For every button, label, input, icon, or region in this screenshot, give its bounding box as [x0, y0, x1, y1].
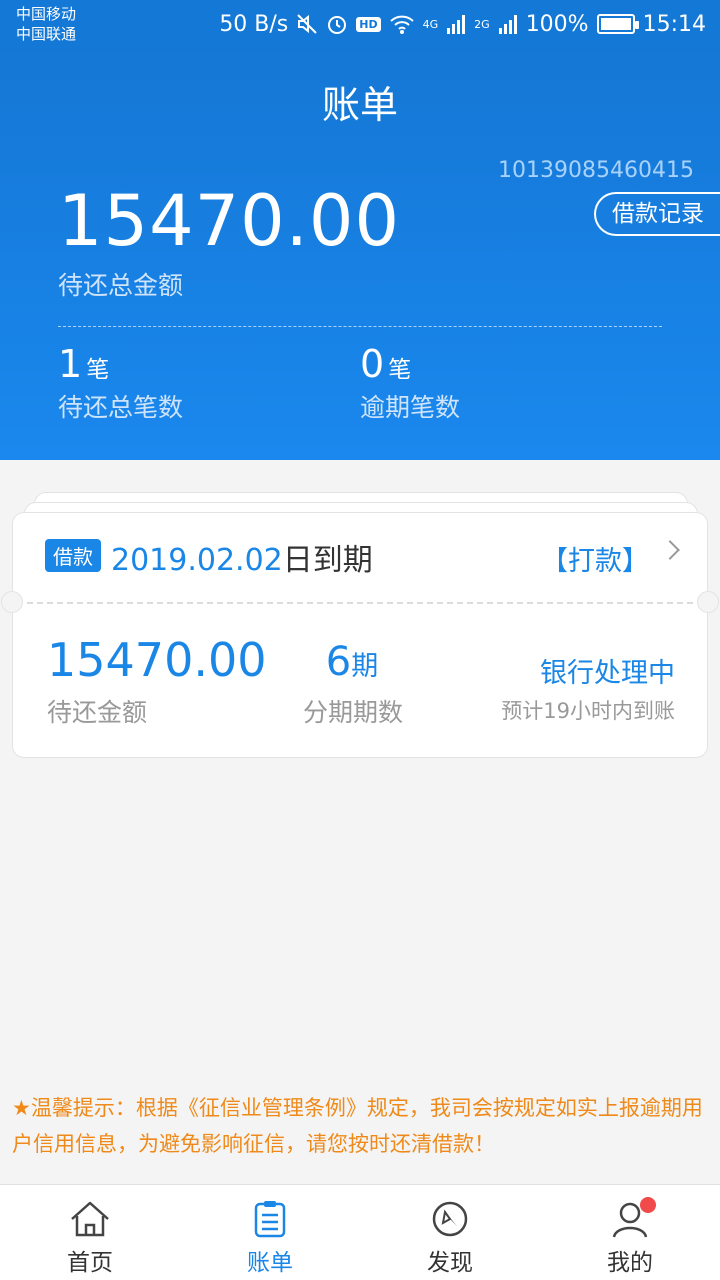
tab-home-label: 首页 — [67, 1250, 113, 1276]
bill-card[interactable]: 借款 2019.02.02日到期 【打款】 15470.00 待还金额 6期 分… — [1, 512, 719, 758]
loan-record-button[interactable]: 借款记录 — [594, 192, 720, 236]
network-type-1: 4G — [422, 17, 439, 31]
carrier-2: 中国联通 — [16, 25, 77, 43]
processing-eta: 预计19小时内到账 — [501, 699, 675, 723]
tab-home[interactable]: 首页 — [0, 1185, 180, 1280]
periods-value: 6 — [325, 639, 352, 685]
overdue-count-label: 逾期笔数 — [360, 393, 461, 422]
tab-bill[interactable]: 账单 — [180, 1185, 360, 1280]
network-type-2: 2G — [474, 17, 490, 31]
total-amount-label: 待还总金额 — [58, 271, 184, 300]
due-date-suffix: 日到期 — [282, 543, 373, 578]
installment-periods: 6期 — [297, 639, 407, 685]
pending-count-label: 待还总笔数 — [58, 393, 184, 422]
divider — [58, 326, 662, 327]
due-date: 2019.02.02日到期 — [111, 535, 373, 579]
pending-count-block: 1笔 待还总笔数 — [58, 342, 183, 424]
card-divider — [27, 602, 693, 604]
tab-mine-label: 我的 — [607, 1250, 653, 1276]
hd-badge: HD — [356, 16, 381, 32]
tab-discover-label: 发现 — [427, 1250, 473, 1276]
periods-unit: 期 — [351, 651, 379, 682]
card-notch-left — [1, 591, 23, 613]
pending-count: 1 — [58, 342, 83, 386]
battery-icon — [596, 14, 639, 34]
loan-tag: 借款 — [45, 539, 101, 572]
bill-summary-header: 账单 10139085460415 借款记录 15470.00 待还总金额 1笔… — [0, 48, 720, 460]
total-amount: 15470.00 — [58, 180, 401, 262]
due-date-value: 2019.02.02 — [111, 543, 283, 578]
tab-discover[interactable]: 发现 — [360, 1185, 540, 1280]
bill-amount: 15470.00 — [47, 633, 267, 687]
battery-percent: 100% — [525, 11, 589, 37]
signal-icon — [447, 15, 466, 34]
overdue-unit: 笔 — [388, 357, 412, 383]
overdue-count-block: 0笔 逾期笔数 — [360, 342, 460, 424]
compass-icon — [432, 1201, 468, 1237]
bill-amount-label: 待还金额 — [47, 698, 148, 727]
wifi-icon — [389, 15, 414, 34]
status-icons: 50 B/s HD 4G 2G 100% 15:14 — [219, 0, 706, 48]
status-bar: 中国移动 中国联通 50 B/s HD 4G 2G 100% 15:14 — [0, 0, 720, 48]
mute-icon — [297, 14, 317, 34]
notification-dot — [640, 1197, 656, 1213]
periods-label: 分期期数 — [302, 698, 403, 727]
signal-icon-2 — [498, 15, 517, 34]
pending-unit: 笔 — [86, 357, 110, 383]
tab-mine[interactable]: 我的 — [540, 1185, 720, 1280]
carriers: 中国移动 中国联通 — [16, 4, 76, 44]
home-icon — [71, 1201, 109, 1237]
tab-bill-label: 账单 — [247, 1250, 293, 1276]
processing-status: 银行处理中 — [540, 658, 675, 689]
network-speed: 50 B/s — [219, 11, 289, 37]
carrier-1: 中国移动 — [16, 5, 77, 23]
bottom-tab-bar: 首页 账单 发现 我的 — [0, 1184, 720, 1280]
account-number: 10139085460415 — [498, 158, 694, 183]
card-notch-right — [697, 591, 719, 613]
pay-link[interactable]: 【打款】 — [541, 539, 649, 578]
bill-icon — [254, 1201, 286, 1238]
chevron-right-icon[interactable] — [660, 540, 680, 560]
warm-tip: ★温馨提示：根据《征信业管理条例》规定，我司会按规定如实上报逾期用户信用信息，为… — [12, 1096, 703, 1156]
overdue-count: 0 — [360, 342, 385, 386]
clock: 15:14 — [642, 11, 706, 37]
alarm-icon — [328, 16, 347, 34]
page-title: 账单 — [321, 83, 398, 127]
battery-fill — [600, 18, 631, 30]
